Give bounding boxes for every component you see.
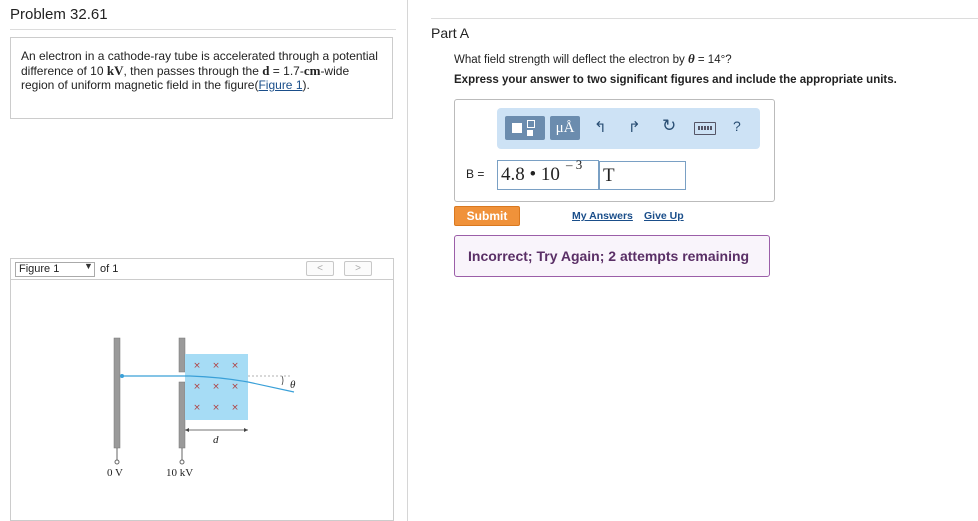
field-mark: × (193, 382, 201, 392)
figure-link[interactable]: Figure 1 (258, 78, 302, 92)
question-prefix: What field strength will deflect the ele… (454, 54, 688, 66)
theta-label: θ (290, 379, 296, 391)
submit-button[interactable]: Submit (454, 206, 520, 226)
question-text: What field strength will deflect the ele… (454, 51, 732, 67)
part-title: Part A (431, 25, 470, 41)
redo-icon[interactable]: ↱ (628, 118, 641, 136)
field-mark: × (193, 361, 201, 371)
problem-text: ). (302, 78, 310, 92)
answer-variable-label: B = (466, 167, 485, 181)
right-plate-bottom (178, 381, 186, 449)
problem-statement: An electron in a cathode-ray tube is acc… (10, 37, 393, 119)
problem-text: , then passes through the (123, 63, 263, 78)
field-mark: × (193, 403, 201, 413)
voltage-label-10kv: 10 kV (166, 467, 193, 479)
figure-count: of 1 (100, 263, 119, 275)
problem-text: = 1.7- (269, 63, 304, 78)
right-plate-top (178, 337, 186, 373)
divider (431, 18, 978, 19)
column-divider (407, 0, 408, 521)
left-plate (113, 337, 121, 449)
field-mark: × (212, 361, 220, 371)
field-mark: × (212, 403, 220, 413)
answer-value-input[interactable]: 4.8 • 10 (497, 160, 599, 190)
give-up-link[interactable]: Give Up (644, 210, 684, 222)
help-icon[interactable]: ? (733, 118, 741, 134)
divider (10, 29, 396, 30)
units-button[interactable]: μÅ (550, 116, 580, 140)
answer-unit-input[interactable]: T (599, 161, 686, 190)
templates-button[interactable] (505, 116, 545, 140)
chevron-down-icon[interactable]: ▼ (84, 261, 93, 271)
keyboard-icon[interactable] (694, 122, 716, 135)
instruction-text: Express your answer to two significant f… (454, 74, 897, 86)
voltage-label-0v: 0 V (107, 467, 123, 479)
feedback-message: Incorrect; Try Again; 2 attempts remaini… (454, 235, 770, 277)
answer-exponent[interactable]: – 3 (566, 157, 582, 173)
field-mark: × (231, 403, 239, 413)
reset-icon[interactable]: ↻ (662, 116, 676, 136)
d-label: d (213, 434, 219, 446)
problem-title: Problem 32.61 (10, 6, 108, 23)
question-theta: θ (687, 51, 695, 66)
figure-diagram: × × × × × × × × × θ d 0 V 10 kV (107, 337, 296, 479)
question-suffix: = 14°? (694, 54, 732, 66)
next-figure-button[interactable]: > (344, 261, 372, 276)
field-mark: × (231, 361, 239, 371)
unit-kv: kV (106, 62, 124, 78)
my-answers-link[interactable]: My Answers (572, 210, 633, 222)
unit-cm: cm (303, 62, 321, 78)
previous-figure-button[interactable]: < (306, 261, 334, 276)
figure-select[interactable]: Figure 1 (15, 262, 95, 277)
undo-icon[interactable]: ↰ (594, 118, 607, 136)
field-mark: × (212, 382, 220, 392)
field-mark: × (231, 382, 239, 392)
